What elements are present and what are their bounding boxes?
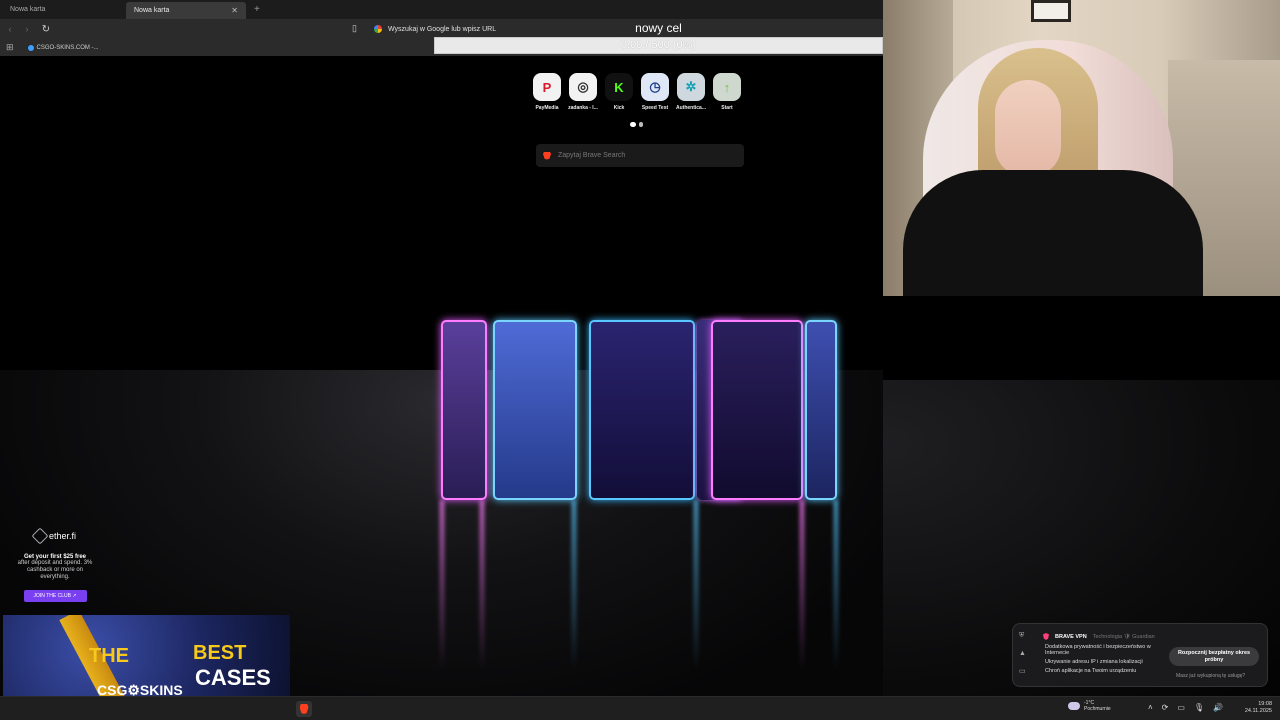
chevron-up-icon[interactable]: ˄ (1148, 703, 1153, 712)
speed-dial-label: zadanka - I... (568, 105, 598, 111)
brave-vpn-popup: ⛨ ▲ ▭ BRAVE VPN Technologia 🛡 Guardian D… (1012, 623, 1268, 687)
vpn-feature-list: Dodatkowa prywatność i bezpieczeństwo w … (1045, 644, 1165, 677)
new-tab-button[interactable]: + (254, 4, 260, 15)
screen: Nowa karta Nowa karta ✕ + ‹ › ↻ ▯ Wyszuk… (0, 0, 1280, 720)
start-trial-button[interactable]: Rozpocznij bezpłatny okres próbny (1169, 647, 1259, 666)
tab-active[interactable]: Nowa karta ✕ (126, 2, 246, 19)
close-tab-icon[interactable]: ✕ (231, 6, 238, 15)
join-club-button[interactable]: JOIN THE CLUB ↗ (23, 590, 87, 602)
csgo-skins-banner[interactable]: THE BEST CASES CSG⚙SKINS (3, 615, 290, 696)
neon-reflection (834, 500, 838, 670)
cloud-icon (1068, 702, 1080, 710)
speed-dial-label: Speed Test (641, 105, 669, 111)
neon-reflection (694, 500, 698, 670)
webcam-person-face (995, 80, 1061, 176)
speed-dial-kick[interactable]: K Kick (605, 73, 633, 111)
brave-lion-icon (543, 151, 551, 160)
banner-cases: CASES (195, 665, 271, 690)
kick-icon: K (605, 73, 633, 101)
brave-search-box[interactable]: Zapytaj Brave Search (536, 144, 744, 167)
bookmark-icon[interactable]: ▯ (352, 23, 357, 34)
speed-dial-paymedia[interactable]: P PayMedia (533, 73, 561, 111)
shield-icon[interactable]: ⛨ (1019, 632, 1029, 640)
ad-text: after deposit and spend. 3% cashback or … (17, 560, 93, 580)
vpn-subtitle: Technologia 🛡 Guardian (1092, 633, 1155, 640)
speed-dial-authentica[interactable]: ✲ Authentica... (676, 73, 706, 111)
ether-fi-logo: ether.fi (14, 527, 96, 545)
webcam-picture-frame (1031, 0, 1071, 22)
speed-dials: P PayMedia ◎ zadanka - I... K Kick ◷ Speed Test… (533, 73, 741, 111)
speedtest-icon: ◷ (641, 73, 669, 101)
speed-dial-zadanka-i[interactable]: ◎ zadanka - I... (568, 73, 598, 111)
authenticator-icon: ✲ (677, 73, 705, 101)
clock[interactable]: 19:08 24.11.2025 (1238, 701, 1272, 715)
ad-brand: ether.fi (48, 531, 77, 541)
banner-best: BEST (193, 642, 247, 664)
vpn-feature: Dodatkowa prywatność i bezpieczeństwo w … (1045, 644, 1151, 656)
neon-cards-image (441, 315, 839, 505)
vpn-header: BRAVE VPN Technologia 🛡 Guardian (1043, 633, 1155, 640)
webcam-feed (883, 0, 1280, 296)
goal-progress-text: 0.00 / 500 (0%) (620, 39, 697, 51)
speed-dial-speed-test[interactable]: ◷ Speed Test (641, 73, 669, 111)
vpn-feature: Ukrywanie adresu IP i zmiana lokalizacji (1045, 659, 1143, 665)
neon-reflection (440, 500, 444, 670)
page-dot[interactable] (639, 122, 643, 127)
speed-dial-label: Authentica... (675, 105, 706, 111)
already-purchased-link[interactable]: Masz już wykupioną tę usługę? (1176, 673, 1245, 679)
zadanka-icon: ◎ (569, 73, 597, 101)
reload-icon[interactable]: ↻ (39, 24, 53, 35)
google-icon (374, 25, 382, 33)
page-indicator (630, 122, 643, 127)
start-icon: ↑ (713, 73, 741, 101)
apps-grid-icon[interactable]: ⊞ (6, 42, 14, 53)
page-dot-active[interactable] (630, 122, 636, 127)
system-tray: ˄ ⟳ ▭ 🎙 🔊 (1148, 703, 1223, 712)
volume-icon[interactable]: 🔊 (1213, 703, 1223, 712)
vpn-shield-icon (1043, 633, 1049, 640)
neon-reflection (480, 500, 484, 670)
ether-fi-logo-icon (31, 527, 49, 545)
speed-dial-label: Kick (613, 105, 625, 111)
vpn-side-icons: ⛨ ▲ ▭ (1019, 632, 1029, 675)
clock-time: 19:08 (1258, 701, 1272, 707)
neon-reflection (800, 500, 804, 670)
speed-dial-label: Start (721, 105, 733, 111)
brave-taskbar-icon[interactable] (296, 701, 312, 717)
brave-lion-icon (299, 704, 309, 714)
forward-button[interactable]: › (20, 24, 34, 34)
clock-date: 24.11.2025 (1244, 708, 1272, 714)
network-icon[interactable]: ▭ (1177, 703, 1185, 712)
tab-label: Nowa karta (10, 6, 46, 13)
warning-icon[interactable]: ▲ (1019, 650, 1029, 657)
taskbar: -1°C Pochmurnie ˄ ⟳ ▭ 🎙 🔊 19:08 24.11.20… (0, 696, 1280, 720)
weather-desc: Pochmurnie (1084, 706, 1111, 712)
goal-title: nowy cel (635, 21, 682, 35)
paymedia-icon: P (533, 73, 561, 101)
banner-brand: CSG⚙SKINS (97, 682, 183, 696)
vpn-title: BRAVE VPN (1055, 633, 1087, 640)
banner-the: THE (89, 645, 129, 667)
speed-dial-start[interactable]: ↑ Start (713, 73, 741, 111)
vpn-feature: Chroń aplikacje na Twoim urządzeniu (1045, 668, 1137, 674)
microphone-icon[interactable]: 🎙 (1194, 703, 1204, 712)
ether-fi-ad[interactable]: ether.fi Get your first $25 free after d… (14, 527, 96, 602)
window-icon[interactable]: ▭ (1019, 667, 1029, 675)
webcam-person-body (903, 170, 1203, 296)
stream-goal-widget: nowy cel 0.00 / 500 (0%) (434, 19, 883, 56)
tab-bar: Nowa karta Nowa karta ✕ + (0, 0, 883, 19)
weather-widget[interactable]: -1°C Pochmurnie (1068, 700, 1111, 712)
search-placeholder: Zapytaj Brave Search (558, 152, 626, 159)
tab-inactive[interactable]: Nowa karta (2, 1, 124, 18)
goal-progress-bar: 0.00 / 500 (0%) (434, 37, 883, 54)
bookmark-favicon (27, 44, 34, 51)
back-button[interactable]: ‹ (3, 24, 17, 34)
bookmark-item[interactable]: CSGO-SKINS.COM -... (37, 45, 99, 51)
tab-label: Nowa karta (134, 7, 170, 14)
speed-dial-label: PayMedia (535, 105, 559, 111)
neon-reflection (572, 500, 576, 670)
sync-icon[interactable]: ⟳ (1162, 703, 1169, 712)
